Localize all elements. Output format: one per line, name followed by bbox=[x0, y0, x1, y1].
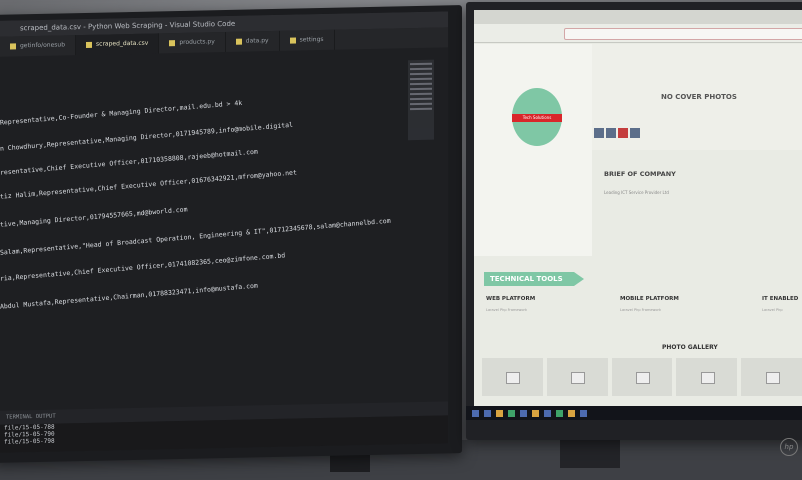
gallery-title: PHOTO GALLERY bbox=[662, 344, 718, 351]
platform-subtitle: Laravel Php Framework bbox=[486, 308, 528, 312]
minimap[interactable] bbox=[408, 59, 434, 141]
address-bar[interactable] bbox=[564, 28, 802, 40]
twitter-icon[interactable] bbox=[606, 128, 616, 138]
browser-tabstrip[interactable] bbox=[474, 10, 802, 24]
file-icon bbox=[235, 38, 242, 45]
gallery-thumbnail[interactable] bbox=[676, 358, 738, 396]
browser-window: NO COVER PHOTOS Tech Solutions BRIEF OF … bbox=[474, 10, 802, 406]
tab-getinfo[interactable]: getinfo/onesub bbox=[0, 35, 77, 57]
facebook-icon[interactable] bbox=[594, 128, 604, 138]
vscode-window: scraped_data.csv - Python Web Scraping -… bbox=[0, 11, 448, 453]
platform-subtitle: Laravel Php Framework bbox=[620, 308, 662, 312]
windows-taskbar bbox=[466, 406, 802, 420]
tab-scraped-data[interactable]: scraped_data.csv bbox=[76, 33, 160, 56]
taskbar-app-icon[interactable] bbox=[496, 409, 503, 417]
platform-title: WEB PLATFORM bbox=[486, 296, 536, 302]
start-icon[interactable] bbox=[472, 409, 479, 417]
taskbar-app-icon[interactable] bbox=[568, 409, 575, 417]
file-icon bbox=[86, 41, 93, 48]
code-line: resentative,Chief Executive Officer,0171… bbox=[0, 147, 259, 177]
linkedin-icon[interactable] bbox=[630, 128, 640, 138]
code-line: ria,Representative,Chief Executive Offic… bbox=[0, 251, 286, 283]
taskbar-app-icon[interactable] bbox=[508, 409, 515, 417]
code-line: tiz Halim,Representative,Chief Executive… bbox=[0, 168, 298, 201]
code-line: Abdul Mustafa,Representative,Chairman,01… bbox=[0, 281, 259, 311]
file-icon bbox=[10, 42, 16, 50]
file-icon bbox=[289, 37, 296, 44]
brief-text: Leading ICT Service Provider Ltd bbox=[604, 190, 669, 195]
tab-data[interactable]: data.py bbox=[225, 30, 280, 53]
taskbar-app-icon[interactable] bbox=[484, 409, 491, 417]
gallery-thumbnail[interactable] bbox=[482, 358, 543, 396]
taskbar-app-icon[interactable] bbox=[580, 409, 587, 417]
platform-subtitle: Laravel Php bbox=[762, 308, 783, 312]
youtube-icon[interactable] bbox=[618, 128, 628, 138]
taskbar-app-icon[interactable] bbox=[520, 409, 527, 417]
hp-logo: hp bbox=[780, 438, 798, 456]
social-links bbox=[594, 128, 642, 138]
tab-products[interactable]: products.py bbox=[159, 32, 226, 54]
gallery-thumbnail[interactable] bbox=[611, 358, 673, 396]
right-monitor-stand bbox=[560, 440, 620, 468]
gallery-thumbnail[interactable] bbox=[546, 358, 608, 396]
code-editor[interactable]: Representative,Co-Founder & Managing Dir… bbox=[0, 52, 400, 330]
platform-title: IT ENABLED bbox=[762, 296, 799, 302]
left-monitor: scraped_data.csv - Python Web Scraping -… bbox=[0, 5, 462, 463]
right-monitor: NO COVER PHOTOS Tech Solutions BRIEF OF … bbox=[466, 2, 802, 456]
code-line: Representative,Co-Founder & Managing Dir… bbox=[0, 98, 243, 127]
taskbar-app-icon[interactable] bbox=[532, 409, 539, 417]
profile-panel bbox=[474, 44, 592, 256]
gallery-thumbnail[interactable] bbox=[741, 358, 802, 396]
taskbar-app-icon[interactable] bbox=[556, 409, 563, 417]
logo-label: Tech Solutions bbox=[512, 114, 562, 122]
brief-title: BRIEF OF COMPANY bbox=[604, 170, 676, 178]
tab-settings[interactable]: settings bbox=[279, 29, 335, 51]
technical-tools-banner: TECHNICAL TOOLS bbox=[484, 272, 584, 286]
browser-toolbar bbox=[474, 24, 802, 43]
photo-gallery bbox=[482, 358, 802, 396]
code-line: tive,Managing Director,01794557665,md@bw… bbox=[0, 205, 188, 229]
platform-title: MOBILE PLATFORM bbox=[620, 296, 679, 302]
file-icon bbox=[169, 39, 176, 46]
taskbar-app-icon[interactable] bbox=[544, 409, 551, 417]
